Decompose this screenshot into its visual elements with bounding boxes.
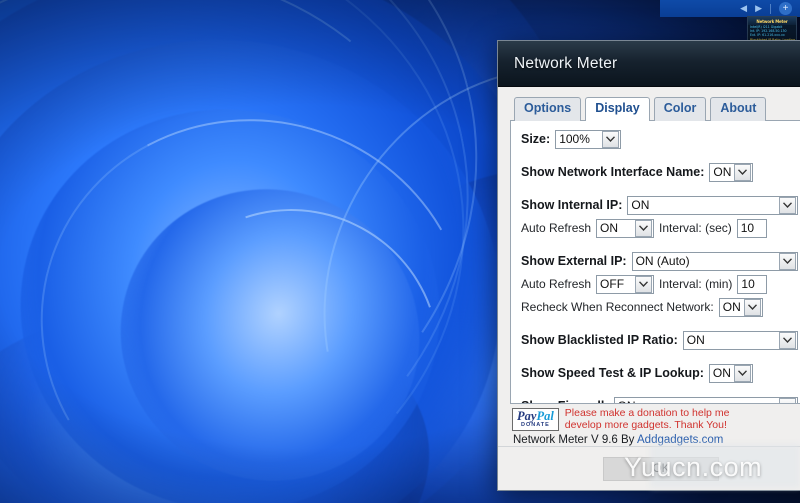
setting-external-auto-refresh: Auto Refresh OFF Interval: (min) 10 — [521, 273, 798, 296]
size-select[interactable]: 100% — [555, 130, 621, 149]
chevron-down-icon[interactable] — [779, 197, 796, 214]
tab-about[interactable]: About — [710, 97, 766, 121]
setting-internal-ip: Show Internal IP: ON — [521, 194, 798, 217]
chevron-down-icon[interactable] — [734, 365, 751, 382]
interval-label: Interval: (min) — [659, 277, 732, 291]
network-interface-name-select[interactable]: ON — [709, 163, 753, 182]
auto-refresh-label: Auto Refresh — [521, 277, 591, 291]
donate-message-line1: Please make a donation to help me — [565, 407, 730, 419]
chevron-down-icon[interactable] — [744, 299, 761, 316]
setting-internal-auto-refresh: Auto Refresh ON Interval: (sec) 10 — [521, 217, 798, 240]
paypal-logo: PayPal — [517, 410, 554, 423]
setting-external-ip: Show External IP: ON (Auto) — [521, 250, 798, 273]
setting-label: Show Network Interface Name: — [521, 165, 704, 179]
external-auto-refresh-select[interactable]: OFF — [596, 275, 654, 294]
back-icon[interactable]: ◀ — [740, 4, 747, 13]
donate-message-line2: develop more gadgets. Thank You! — [565, 419, 727, 431]
nav-separator — [770, 4, 771, 14]
interval-label: Interval: (sec) — [659, 221, 732, 235]
chevron-down-icon[interactable] — [635, 220, 652, 237]
version-prefix: Network Meter V 9.6 By — [513, 434, 637, 446]
setting-value: ON — [600, 221, 618, 235]
paypal-donate-label: DONATE — [521, 423, 550, 429]
firewall-select[interactable]: ON — [614, 397, 798, 403]
paypal-donate-button[interactable]: PayPal DONATE — [512, 408, 559, 431]
tab-bar: Options Display Color About — [510, 97, 800, 121]
external-ip-select[interactable]: ON (Auto) — [632, 252, 798, 271]
setting-value: ON — [723, 300, 741, 314]
internal-auto-refresh-select[interactable]: ON — [596, 219, 654, 238]
setting-value: ON — [687, 333, 705, 347]
size-label: Size: — [521, 132, 550, 146]
dialog-body: Options Display Color About Size: 100% — [498, 87, 800, 446]
chevron-down-icon[interactable] — [635, 276, 652, 293]
gadget-title: Network Meter — [748, 17, 796, 25]
external-interval-input[interactable]: 10 — [737, 275, 767, 294]
setting-recheck-reconnect: Recheck When Reconnect Network: ON — [521, 296, 798, 319]
setting-value: ON — [618, 399, 636, 403]
size-row: Size: 100% — [521, 128, 798, 151]
top-navigation-bar: ◀ ▶ + — [660, 0, 800, 17]
setting-label: Show Firewall: — [521, 399, 609, 403]
paypal-logo-part1: Pay — [517, 409, 536, 423]
display-settings-panel: Size: 100% Show Network Interface Name: … — [510, 120, 800, 404]
internal-interval-input[interactable]: 10 — [737, 219, 767, 238]
setting-value: ON — [631, 198, 649, 212]
chevron-down-icon[interactable] — [779, 253, 796, 270]
chevron-down-icon[interactable] — [602, 131, 619, 148]
chevron-down-icon[interactable] — [779, 332, 796, 349]
setting-speed-test-ip-lookup: Show Speed Test & IP Lookup: ON — [521, 362, 798, 385]
watermark-blur-patch — [650, 444, 800, 488]
chevron-down-icon[interactable] — [779, 398, 796, 403]
dialog-title: Network Meter — [514, 55, 617, 73]
tab-display[interactable]: Display — [585, 97, 649, 121]
setting-label: Show Speed Test & IP Lookup: — [521, 366, 704, 380]
setting-label: Show Internal IP: — [521, 198, 622, 212]
setting-blacklisted-ip-ratio: Show Blacklisted IP Ratio: ON — [521, 329, 798, 352]
tab-options[interactable]: Options — [514, 97, 581, 121]
donate-message: Please make a donation to help me develo… — [565, 407, 730, 431]
add-icon[interactable]: + — [779, 2, 792, 15]
setting-label: Show Blacklisted IP Ratio: — [521, 333, 678, 347]
forward-icon[interactable]: ▶ — [755, 4, 762, 13]
setting-value: ON (Auto) — [636, 254, 690, 268]
internal-ip-select[interactable]: ON — [627, 196, 798, 215]
blacklisted-ip-ratio-select[interactable]: ON — [683, 331, 798, 350]
setting-label: Show External IP: — [521, 254, 627, 268]
chevron-down-icon[interactable] — [734, 164, 751, 181]
recheck-reconnect-select[interactable]: ON — [719, 298, 763, 317]
size-value: 100% — [559, 132, 590, 146]
network-meter-settings-dialog: Network Meter Options Display Color Abou… — [497, 40, 800, 491]
donate-banner: PayPal DONATE Please make a donation to … — [510, 404, 800, 431]
setting-value: ON — [713, 165, 731, 179]
paypal-logo-part2: Pal — [536, 409, 553, 423]
settings-scroll-area: Size: 100% Show Network Interface Name: … — [511, 121, 800, 403]
setting-network-interface-name: Show Network Interface Name: ON — [521, 161, 798, 184]
tab-color[interactable]: Color — [654, 97, 707, 121]
setting-value: OFF — [600, 277, 624, 291]
recheck-label: Recheck When Reconnect Network: — [521, 300, 714, 314]
setting-firewall: Show Firewall: ON — [521, 395, 798, 403]
setting-value: ON — [713, 366, 731, 380]
auto-refresh-label: Auto Refresh — [521, 221, 591, 235]
speed-test-ip-lookup-select[interactable]: ON — [709, 364, 753, 383]
dialog-titlebar[interactable]: Network Meter — [498, 41, 800, 87]
